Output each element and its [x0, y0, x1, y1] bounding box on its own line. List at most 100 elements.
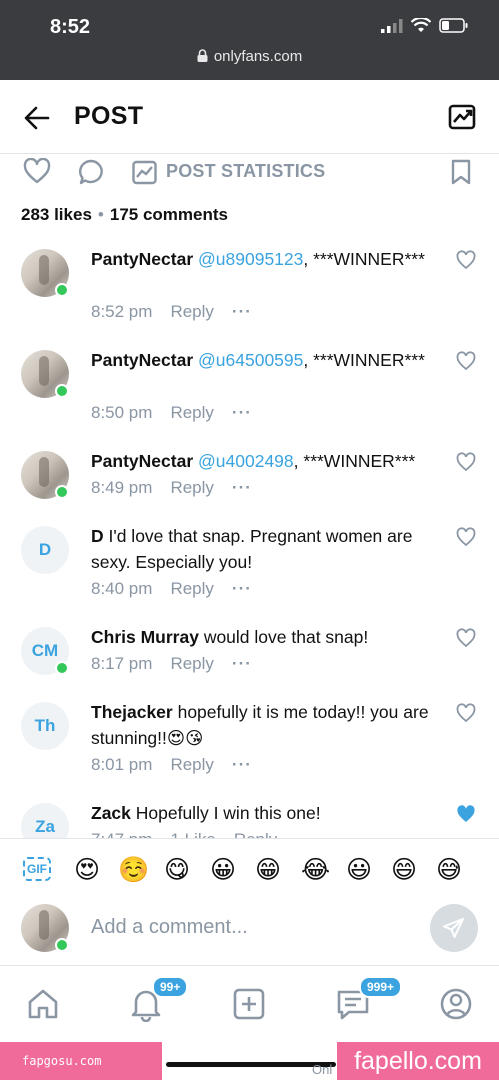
profile-icon[interactable]	[438, 986, 474, 1022]
comment-meta: 8:01 pm Reply ···	[91, 755, 270, 775]
comment-text: Chris Murray would love that snap!	[91, 624, 436, 650]
comment-meta: 8:52 pm Reply ···	[91, 302, 270, 322]
comment-meta: 8:49 pm Reply ···	[91, 478, 270, 498]
signal-icon	[381, 18, 403, 33]
online-status-dot	[55, 661, 69, 675]
emoji-button[interactable]: 😄	[391, 855, 417, 885]
more-options-icon[interactable]: ···	[232, 579, 252, 598]
avatar[interactable]: Za	[21, 803, 69, 838]
reply-button[interactable]: Reply	[234, 830, 277, 838]
gif-button[interactable]: GIF	[23, 857, 51, 881]
home-icon[interactable]	[25, 986, 61, 1022]
watermark-bottom-text: Onl	[312, 1062, 333, 1077]
comment-author[interactable]: D	[91, 526, 104, 546]
more-options-icon[interactable]: ···	[232, 755, 252, 774]
comment-like-heart-icon[interactable]	[456, 452, 476, 472]
comment-text: Zack Hopefully I win this one!	[91, 800, 436, 826]
comment-meta: 8:50 pm Reply ···	[91, 403, 270, 423]
comment-author[interactable]: PantyNectar	[91, 249, 193, 269]
page-title: POST	[74, 102, 144, 130]
watermark-right: fapello.com	[337, 1042, 499, 1080]
post-statistics-icon[interactable]	[131, 158, 159, 186]
comment-like-heart-icon[interactable]	[456, 628, 476, 648]
comment-author[interactable]: Thejacker	[91, 702, 173, 722]
comment-text: Thejacker hopefully it is me today!! you…	[91, 699, 436, 751]
comments-list[interactable]: PantyNectar @u89095123, ***WINNER*** 8:5…	[0, 236, 499, 838]
notifications-nav[interactable]: 99+	[128, 976, 189, 1023]
comment-like-heart-icon[interactable]	[456, 351, 476, 371]
comment-message: Hopefully I win this one!	[130, 803, 321, 823]
comment-mention[interactable]: @u64500595	[198, 350, 303, 370]
emoji-button[interactable]: 😀	[210, 855, 236, 885]
status-icons	[381, 18, 469, 33]
comment-meta: 8:17 pm Reply ···	[91, 654, 270, 674]
reply-button[interactable]: Reply	[170, 654, 213, 673]
comment-like-heart-icon[interactable]	[456, 250, 476, 270]
url-bar[interactable]: onlyfans.com	[0, 48, 499, 65]
send-button[interactable]	[430, 904, 478, 952]
send-icon	[443, 918, 464, 938]
back-arrow-icon[interactable]	[22, 104, 52, 132]
comment-author[interactable]: Chris Murray	[91, 627, 199, 647]
comment-liked-heart-icon[interactable]	[456, 804, 476, 824]
post-actions-row: POST STATISTICS	[0, 154, 499, 194]
emoji-button[interactable]: 😅	[436, 855, 462, 885]
likes-count[interactable]: 283 likes	[21, 205, 92, 224]
bookmark-icon[interactable]	[450, 158, 472, 186]
wifi-icon	[411, 18, 431, 32]
emoji-button[interactable]: 😃	[346, 855, 372, 885]
comment-message: , ***WINNER***	[293, 451, 416, 471]
online-status-dot	[55, 283, 69, 297]
comments-count[interactable]: 175 comments	[110, 205, 228, 224]
comment-text: PantyNectar @u4002498, ***WINNER***	[91, 448, 441, 474]
emoji-bar: GIF 😍 ☺️ 😋 😀 😁 😂 😃 😄 😅	[0, 838, 499, 900]
comment-mention[interactable]: @u4002498	[198, 451, 294, 471]
emoji-button[interactable]: ☺️	[118, 855, 149, 885]
more-options-icon[interactable]: ···	[232, 654, 252, 673]
comment-time: 8:52 pm	[91, 302, 153, 321]
comment-time: 8:17 pm	[91, 654, 153, 673]
statistics-icon[interactable]	[447, 102, 477, 132]
avatar[interactable]: Th	[21, 702, 69, 750]
reply-button[interactable]: Reply	[170, 755, 213, 774]
comment-message: I'd love that snap. Pregnant women are s…	[91, 526, 413, 572]
emoji-button[interactable]: 😋	[164, 855, 190, 885]
more-options-icon[interactable]: ···	[232, 403, 252, 422]
comment-time: 7:47 pm	[91, 830, 152, 838]
comment-mention[interactable]: @u89095123	[198, 249, 303, 269]
emoji-button[interactable]: 😍	[74, 855, 100, 885]
bottom-nav: 99+ 999+	[0, 966, 499, 1042]
comment-author[interactable]: PantyNectar	[91, 350, 193, 370]
comment-input-row	[0, 900, 499, 966]
comment-message: , ***WINNER***	[303, 249, 425, 269]
emoji-button[interactable]: 😂	[301, 855, 330, 885]
like-heart-icon[interactable]	[23, 158, 51, 184]
reply-button[interactable]: Reply	[170, 403, 213, 422]
comment-time: 8:01 pm	[91, 755, 153, 774]
reply-button[interactable]: Reply	[170, 579, 213, 598]
more-options-icon[interactable]: ···	[232, 478, 252, 497]
emoji-button[interactable]: 😁	[255, 855, 281, 885]
messages-badge: 999+	[359, 976, 403, 998]
comment-input[interactable]	[91, 912, 411, 942]
comment-like-heart-icon[interactable]	[456, 527, 476, 547]
comment-message: would love that snap!	[198, 627, 369, 647]
messages-nav[interactable]: 999+	[335, 976, 403, 1022]
browser-status-bar: 8:52 onlyfans.com	[0, 0, 499, 80]
comment-like-heart-icon[interactable]	[456, 703, 476, 723]
add-post-icon[interactable]	[231, 986, 267, 1022]
avatar[interactable]: D	[21, 526, 69, 574]
more-options-icon[interactable]: ···	[232, 302, 252, 321]
lock-icon	[197, 49, 208, 62]
comment-bubble-icon[interactable]	[77, 158, 105, 186]
comment-author[interactable]: PantyNectar	[91, 451, 193, 471]
status-time: 8:52	[50, 16, 91, 38]
reply-button[interactable]: Reply	[170, 302, 213, 321]
watermark-left: fapgosu.com	[0, 1042, 162, 1080]
comment-likes-count[interactable]: 1 Like	[170, 830, 215, 838]
comment-author[interactable]: Zack	[91, 803, 131, 823]
post-statistics-button[interactable]: POST STATISTICS	[166, 161, 325, 182]
comment-time: 8:40 pm	[91, 579, 153, 598]
comment-time: 8:49 pm	[91, 478, 153, 497]
reply-button[interactable]: Reply	[170, 478, 213, 497]
